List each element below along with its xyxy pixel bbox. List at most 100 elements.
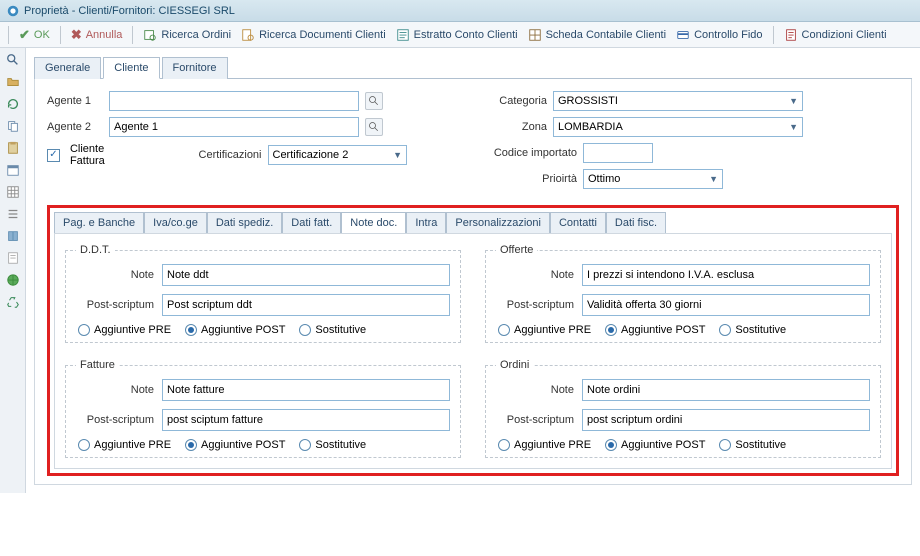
subtab-contatti[interactable]: Contatti bbox=[550, 212, 606, 233]
agente1-input[interactable] bbox=[109, 91, 359, 111]
subtab-pag-banche[interactable]: Pag. e Banche bbox=[54, 212, 144, 233]
magnifier-icon[interactable] bbox=[5, 52, 21, 68]
tab-generale[interactable]: Generale bbox=[34, 57, 101, 79]
note-label: Note bbox=[76, 384, 162, 396]
categoria-combo[interactable]: GROSSISTI▼ bbox=[553, 91, 803, 111]
globe-icon[interactable] bbox=[5, 272, 21, 288]
subtab-personalizzazioni[interactable]: Personalizzazioni bbox=[446, 212, 550, 233]
fatture-note-input[interactable] bbox=[162, 379, 450, 401]
codice-importato-label: Codice importato bbox=[447, 147, 577, 159]
folder-icon[interactable] bbox=[5, 74, 21, 90]
fatture-radio-pre[interactable]: Aggiuntive PRE bbox=[78, 439, 171, 451]
group-ordini: Ordini Note Post-scriptum Aggiuntive PRE… bbox=[485, 359, 881, 458]
grid-icon[interactable] bbox=[5, 184, 21, 200]
priorita-combo[interactable]: Ottimo▼ bbox=[583, 169, 723, 189]
agente1-lookup-button[interactable] bbox=[365, 92, 383, 110]
certificazioni-label: Certificazioni bbox=[170, 149, 262, 161]
ordini-radio-pre[interactable]: Aggiuntive PRE bbox=[498, 439, 591, 451]
search-docs-icon bbox=[241, 28, 255, 42]
subtab-dati-spediz[interactable]: Dati spediz. bbox=[207, 212, 282, 233]
main-tabs: Generale Cliente Fornitore bbox=[34, 56, 912, 79]
fatture-ps-input[interactable] bbox=[162, 409, 450, 431]
radio-icon bbox=[78, 324, 90, 336]
app-icon bbox=[6, 4, 20, 18]
group-offerte-legend: Offerte bbox=[496, 244, 537, 256]
offerte-ps-input[interactable] bbox=[582, 294, 870, 316]
check-icon: ✔ bbox=[19, 27, 30, 43]
recycle-icon[interactable] bbox=[5, 294, 21, 310]
toolbar-separator bbox=[773, 26, 774, 44]
agente2-input[interactable] bbox=[109, 117, 359, 137]
tab-cliente[interactable]: Cliente bbox=[103, 57, 159, 79]
ddt-ps-input[interactable] bbox=[162, 294, 450, 316]
calendar-icon[interactable] bbox=[5, 162, 21, 178]
magnifier-icon bbox=[368, 95, 380, 107]
subtab-dati-fatt[interactable]: Dati fatt. bbox=[282, 212, 341, 233]
paste-icon[interactable] bbox=[5, 140, 21, 156]
ordini-radio-sost[interactable]: Sostitutive bbox=[719, 439, 786, 451]
credit-check-icon bbox=[676, 28, 690, 42]
offerte-note-input[interactable] bbox=[582, 264, 870, 286]
ps-label: Post-scriptum bbox=[496, 414, 582, 426]
cliente-fattura-label: Cliente Fattura bbox=[70, 143, 142, 167]
magnifier-icon bbox=[368, 121, 380, 133]
refresh-icon[interactable] bbox=[5, 96, 21, 112]
zona-combo[interactable]: LOMBARDIA▼ bbox=[553, 117, 803, 137]
window-title: Proprietà - Clienti/Fornitori: CIESSEGI … bbox=[24, 5, 235, 17]
subtab-note-doc[interactable]: Note doc. bbox=[341, 212, 406, 233]
chevron-down-icon: ▼ bbox=[789, 96, 798, 106]
zona-label: Zona bbox=[447, 121, 547, 133]
ok-button[interactable]: ✔OK bbox=[15, 25, 54, 45]
agente1-label: Agente 1 bbox=[47, 95, 103, 107]
radio-icon bbox=[498, 324, 510, 336]
radio-icon bbox=[719, 324, 731, 336]
group-ddt-legend: D.D.T. bbox=[76, 244, 115, 256]
note-icon[interactable] bbox=[5, 250, 21, 266]
tab-fornitore[interactable]: Fornitore bbox=[162, 57, 228, 79]
subtab-iva-coge[interactable]: Iva/co.ge bbox=[144, 212, 207, 233]
book-icon[interactable] bbox=[5, 228, 21, 244]
sub-tabs: Pag. e Banche Iva/co.ge Dati spediz. Dat… bbox=[54, 212, 892, 233]
ricerca-documenti-button[interactable]: Ricerca Documenti Clienti bbox=[237, 26, 390, 44]
ddt-note-input[interactable] bbox=[162, 264, 450, 286]
estratto-conto-button[interactable]: Estratto Conto Clienti bbox=[392, 26, 522, 44]
offerte-radio-post[interactable]: Aggiuntive POST bbox=[605, 324, 705, 336]
ps-label: Post-scriptum bbox=[76, 299, 162, 311]
agente2-lookup-button[interactable] bbox=[365, 118, 383, 136]
ricerca-ordini-button[interactable]: Ricerca Ordini bbox=[139, 26, 235, 44]
copy-icon[interactable] bbox=[5, 118, 21, 134]
toolbar-separator bbox=[60, 26, 61, 44]
group-fatture: Fatture Note Post-scriptum Aggiuntive PR… bbox=[65, 359, 461, 458]
ordini-ps-input[interactable] bbox=[582, 409, 870, 431]
ps-label: Post-scriptum bbox=[496, 299, 582, 311]
subtab-intra[interactable]: Intra bbox=[406, 212, 446, 233]
ddt-radio-pre[interactable]: Aggiuntive PRE bbox=[78, 324, 171, 336]
group-fatture-legend: Fatture bbox=[76, 359, 119, 371]
annulla-button[interactable]: ✖Annulla bbox=[67, 25, 127, 45]
window-titlebar: Proprietà - Clienti/Fornitori: CIESSEGI … bbox=[0, 0, 920, 22]
cliente-panel: Agente 1 Agente 2 Cliente Fattura Certif… bbox=[34, 79, 912, 485]
list-icon[interactable] bbox=[5, 206, 21, 222]
certificazioni-combo[interactable]: Certificazione 2▼ bbox=[268, 145, 408, 165]
chevron-down-icon: ▼ bbox=[789, 122, 798, 132]
controllo-fido-button[interactable]: Controllo Fido bbox=[672, 26, 766, 44]
x-icon: ✖ bbox=[71, 27, 82, 43]
ddt-radio-sost[interactable]: Sostitutive bbox=[299, 324, 366, 336]
radio-icon bbox=[299, 439, 311, 451]
scheda-contabile-button[interactable]: Scheda Contabile Clienti bbox=[524, 26, 670, 44]
toolbar-separator bbox=[8, 26, 9, 44]
fatture-radio-sost[interactable]: Sostitutive bbox=[299, 439, 366, 451]
codice-importato-input[interactable] bbox=[583, 143, 653, 163]
cliente-fattura-checkbox[interactable] bbox=[47, 149, 60, 162]
ordini-radio-post[interactable]: Aggiuntive POST bbox=[605, 439, 705, 451]
radio-icon bbox=[605, 324, 617, 336]
radio-icon bbox=[719, 439, 731, 451]
offerte-radio-pre[interactable]: Aggiuntive PRE bbox=[498, 324, 591, 336]
condizioni-clienti-button[interactable]: Condizioni Clienti bbox=[780, 26, 891, 44]
ddt-radio-post[interactable]: Aggiuntive POST bbox=[185, 324, 285, 336]
ordini-note-input[interactable] bbox=[582, 379, 870, 401]
group-ordini-legend: Ordini bbox=[496, 359, 533, 371]
offerte-radio-sost[interactable]: Sostitutive bbox=[719, 324, 786, 336]
subtab-dati-fisc[interactable]: Dati fisc. bbox=[606, 212, 666, 233]
fatture-radio-post[interactable]: Aggiuntive POST bbox=[185, 439, 285, 451]
